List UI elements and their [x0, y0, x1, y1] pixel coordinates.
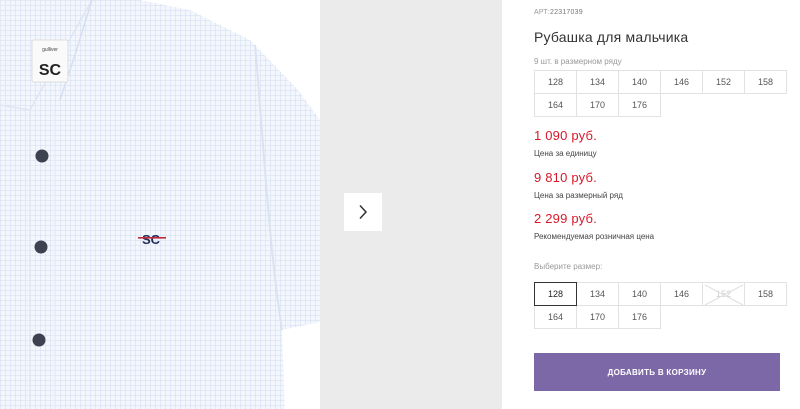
- row-price: 9 810 руб.: [534, 170, 597, 185]
- size-selector: 128 134 140 146 152 158 164 170 176: [534, 282, 787, 329]
- shirt-illustration: gulliver SC SC: [0, 0, 320, 409]
- row-price-label: Цена за размерный ряд: [534, 191, 623, 200]
- size-row-cell: 134: [576, 70, 619, 94]
- product-title: Рубашка для мальчика: [534, 29, 689, 45]
- size-option[interactable]: 134: [576, 282, 619, 306]
- product-image: gulliver SC SC: [0, 0, 320, 409]
- size-option[interactable]: 158: [744, 282, 787, 306]
- retail-price-label: Рекомендуемая розничная цена: [534, 232, 655, 241]
- gallery-next-button[interactable]: [344, 193, 382, 231]
- size-row-cell: 152: [702, 70, 745, 94]
- size-option-unavailable: 152: [702, 282, 745, 306]
- unit-price-label: Цена за единицу: [534, 149, 597, 158]
- article-label: АРТ:: [534, 9, 551, 16]
- size-option[interactable]: 164: [534, 305, 577, 329]
- chest-logo: SC: [142, 232, 161, 247]
- chest-logo-stripe: [138, 237, 166, 239]
- size-row-cell: 176: [618, 93, 661, 117]
- retail-price: 2 299 руб.: [534, 211, 597, 226]
- neck-label-brand: gulliver: [42, 47, 58, 53]
- add-to-cart-button[interactable]: ДОБАВИТЬ В КОРЗИНУ: [534, 353, 780, 391]
- size-row-cell: 170: [576, 93, 619, 117]
- article-number: АРТ:22317039: [534, 9, 583, 16]
- chevron-right-icon: [359, 204, 368, 220]
- size-row-grid: 128 134 140 146 152 158 164 170 176: [534, 70, 787, 117]
- crossed-out-icon: [704, 284, 744, 306]
- size-row-cell: 158: [744, 70, 787, 94]
- size-row-cell: 164: [534, 93, 577, 117]
- size-option[interactable]: 176: [618, 305, 661, 329]
- article-value: 22317039: [550, 9, 583, 16]
- size-row-cell: 128: [534, 70, 577, 94]
- unit-price: 1 090 руб.: [534, 128, 597, 143]
- choose-size-label: Выберите размер:: [534, 262, 603, 271]
- size-option-selected[interactable]: 128: [534, 282, 577, 306]
- size-row-cell: 146: [660, 70, 703, 94]
- neck-label-logo: SC: [39, 62, 62, 79]
- size-row-cell: 140: [618, 70, 661, 94]
- size-option[interactable]: 140: [618, 282, 661, 306]
- size-row-count: 9 шт. в размерном ряду: [534, 57, 622, 66]
- size-option[interactable]: 146: [660, 282, 703, 306]
- size-option[interactable]: 170: [576, 305, 619, 329]
